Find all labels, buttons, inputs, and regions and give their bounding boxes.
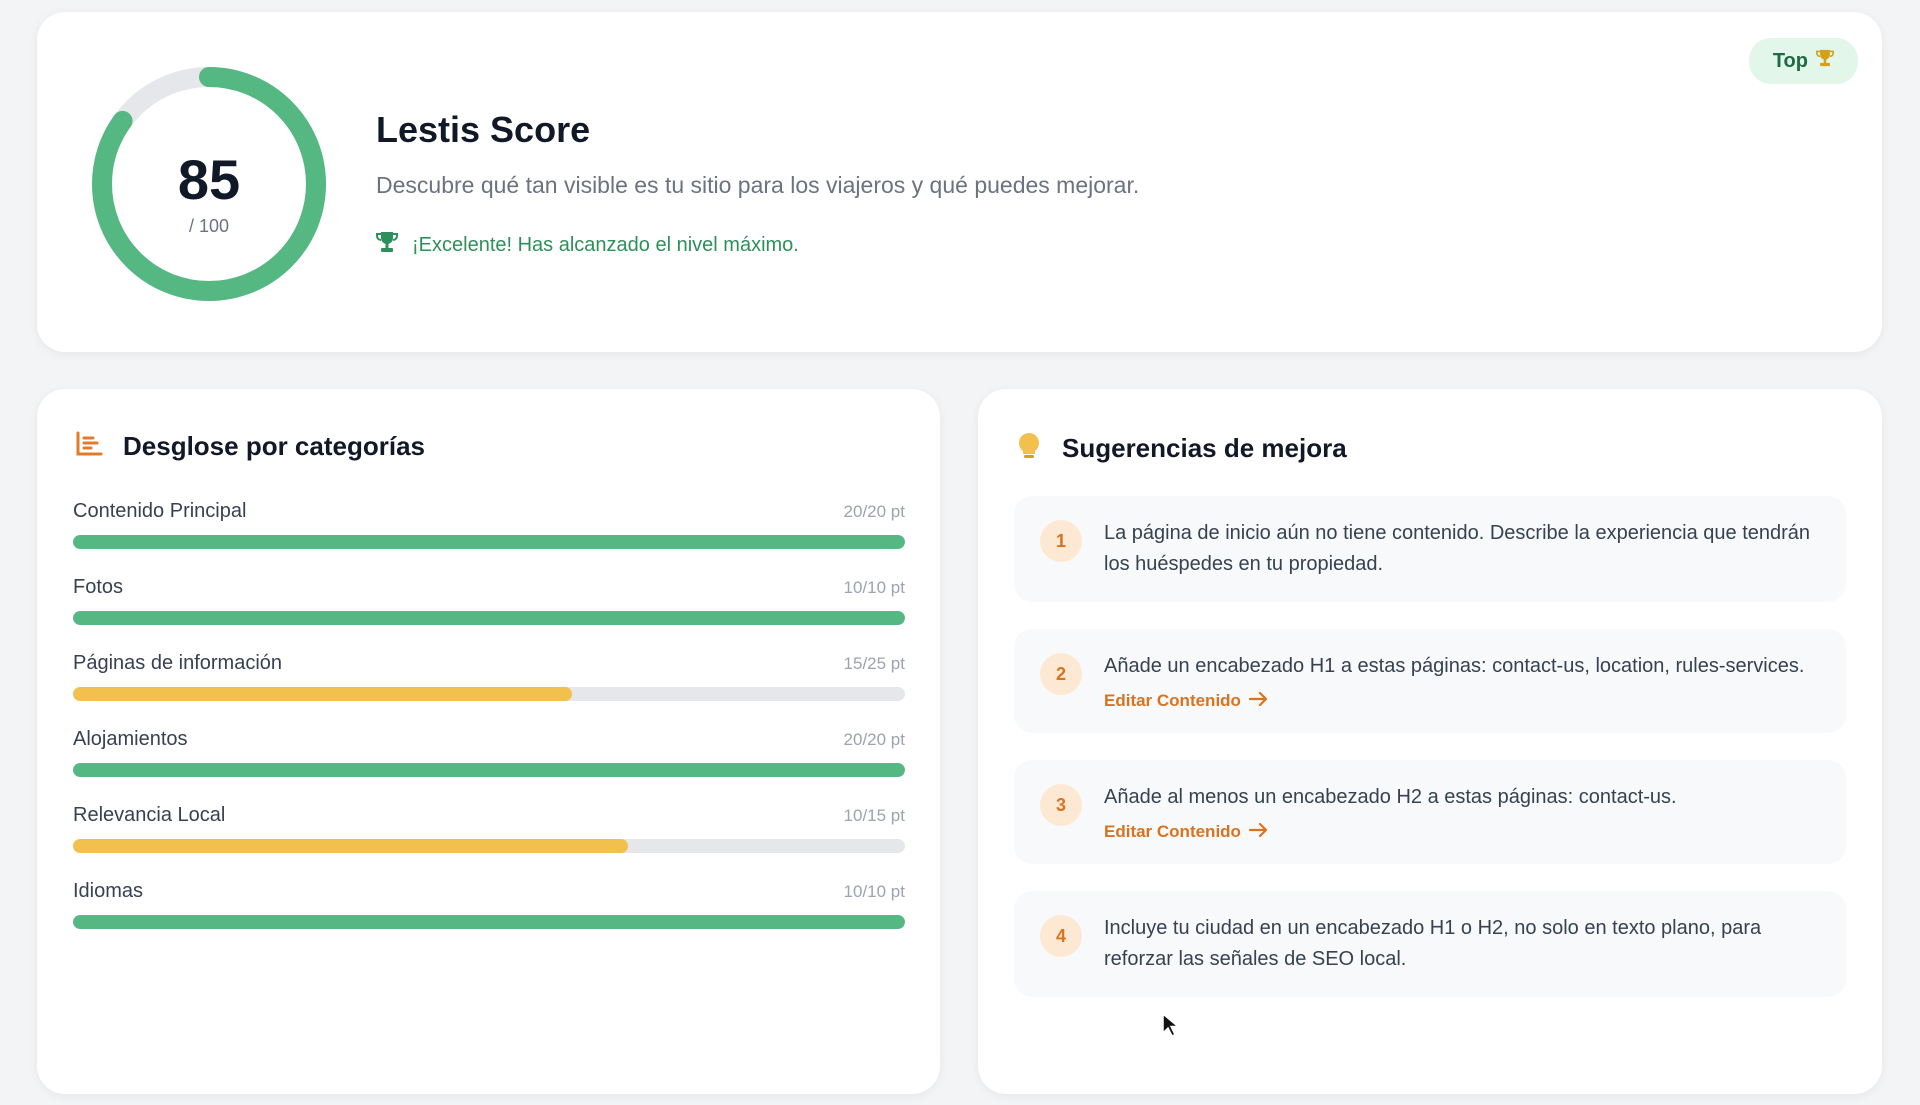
category-points: 20/20 pt bbox=[843, 502, 905, 521]
suggestion-text: La página de inicio aún no tiene conteni… bbox=[1104, 522, 1811, 575]
category-row: Páginas de información 15/25 pt bbox=[73, 652, 905, 728]
edit-content-link[interactable]: Editar Contenido bbox=[1104, 822, 1816, 842]
score-value: 85 bbox=[177, 148, 241, 211]
edit-content-label: Editar Contenido bbox=[1104, 691, 1241, 710]
edit-content-link[interactable]: Editar Contenido bbox=[1104, 691, 1816, 711]
categories-header: Desglose por categorías bbox=[75, 431, 425, 462]
category-points: 10/15 pt bbox=[843, 806, 905, 825]
category-points: 10/10 pt bbox=[843, 882, 905, 901]
category-label: Relevancia Local bbox=[73, 804, 226, 826]
category-progress-fill bbox=[73, 535, 905, 549]
category-label: Alojamientos bbox=[73, 728, 188, 750]
category-row: Alojamientos 20/20 pt bbox=[73, 728, 905, 804]
suggestion-text: Añade al menos un encabezado H2 a estas … bbox=[1104, 786, 1677, 808]
category-progress-bar bbox=[73, 839, 905, 853]
suggestion-item: 3 Añade al menos un encabezado H2 a estas… bbox=[1014, 760, 1846, 864]
category-progress-fill bbox=[73, 687, 573, 701]
category-label: Páginas de información bbox=[73, 652, 283, 674]
category-row: Contenido Principal 20/20 pt bbox=[73, 500, 905, 576]
category-points: 10/10 pt bbox=[843, 578, 905, 597]
category-progress-bar bbox=[73, 763, 905, 777]
achievement-message: ¡Excelente! Has alcanzado el nivel máxim… bbox=[376, 230, 799, 260]
category-row: Fotos 10/10 pt bbox=[73, 576, 905, 652]
trophy-icon bbox=[1816, 48, 1834, 74]
suggestion-number: 3 bbox=[1040, 784, 1082, 826]
suggestion-number: 2 bbox=[1040, 653, 1082, 695]
category-progress-fill bbox=[73, 611, 905, 625]
category-row: Relevancia Local 10/15 pt bbox=[73, 804, 905, 880]
category-progress-bar bbox=[73, 611, 905, 625]
category-points: 15/25 pt bbox=[843, 654, 905, 673]
arrow-right-icon bbox=[1248, 822, 1269, 842]
edit-content-label: Editar Contenido bbox=[1104, 822, 1241, 841]
lightbulb-icon bbox=[1016, 431, 1042, 466]
suggestion-item: 1 La página de inicio aún no tiene conten… bbox=[1014, 496, 1846, 602]
category-label: Contenido Principal bbox=[73, 500, 247, 522]
trophy-icon bbox=[376, 230, 398, 260]
category-points: 20/20 pt bbox=[843, 730, 905, 749]
score-card: 85 / 100 Lestis Score Descubre qué tan v… bbox=[37, 12, 1882, 352]
categories-title: Desglose por categorías bbox=[123, 431, 425, 461]
suggestions-card: Sugerencias de mejora 1 La página de inic… bbox=[978, 389, 1882, 1094]
suggestions-header: Sugerencias de mejora bbox=[1016, 431, 1347, 466]
achievement-text: ¡Excelente! Has alcanzado el nivel máxim… bbox=[412, 233, 799, 256]
categories-card: Desglose por categorías Contenido Princi… bbox=[37, 389, 940, 1094]
suggestion-number: 1 bbox=[1040, 520, 1082, 562]
score-gauge: 85 / 100 bbox=[89, 64, 329, 304]
suggestion-number: 4 bbox=[1040, 915, 1082, 957]
category-progress-bar bbox=[73, 915, 905, 929]
mouse-cursor-icon bbox=[1161, 1012, 1181, 1043]
page-title: Lestis Score bbox=[376, 109, 591, 150]
suggestion-list: 1 La página de inicio aún no tiene conten… bbox=[1014, 496, 1846, 1024]
arrow-right-icon bbox=[1248, 691, 1269, 711]
suggestion-item: 4 Incluye tu ciudad en un encabezado H1 o… bbox=[1014, 891, 1846, 997]
score-max: / 100 bbox=[188, 216, 230, 236]
category-list: Contenido Principal 20/20 pt Fotos 10/10 pt… bbox=[73, 500, 905, 956]
top-badge-label: Top bbox=[1772, 49, 1808, 72]
category-progress-fill bbox=[73, 915, 905, 929]
bar-chart-icon bbox=[75, 431, 103, 462]
top-badge: Top bbox=[1748, 38, 1858, 84]
suggestions-title: Sugerencias de mejora bbox=[1062, 433, 1347, 463]
category-label: Idiomas bbox=[73, 880, 144, 902]
suggestion-item: 2 Añade un encabezado H1 a estas páginas:… bbox=[1014, 629, 1846, 733]
suggestion-text: Añade un encabezado H1 a estas páginas: … bbox=[1104, 655, 1805, 677]
category-label: Fotos bbox=[73, 576, 124, 598]
score-description: Descubre qué tan visible es tu sitio par… bbox=[376, 172, 1140, 198]
suggestion-text: Incluye tu ciudad en un encabezado H1 o … bbox=[1104, 917, 1762, 970]
category-progress-bar bbox=[73, 535, 905, 549]
category-progress-fill bbox=[73, 763, 905, 777]
category-row: Idiomas 10/10 pt bbox=[73, 880, 905, 956]
category-progress-bar bbox=[73, 687, 905, 701]
category-progress-fill bbox=[73, 839, 628, 853]
